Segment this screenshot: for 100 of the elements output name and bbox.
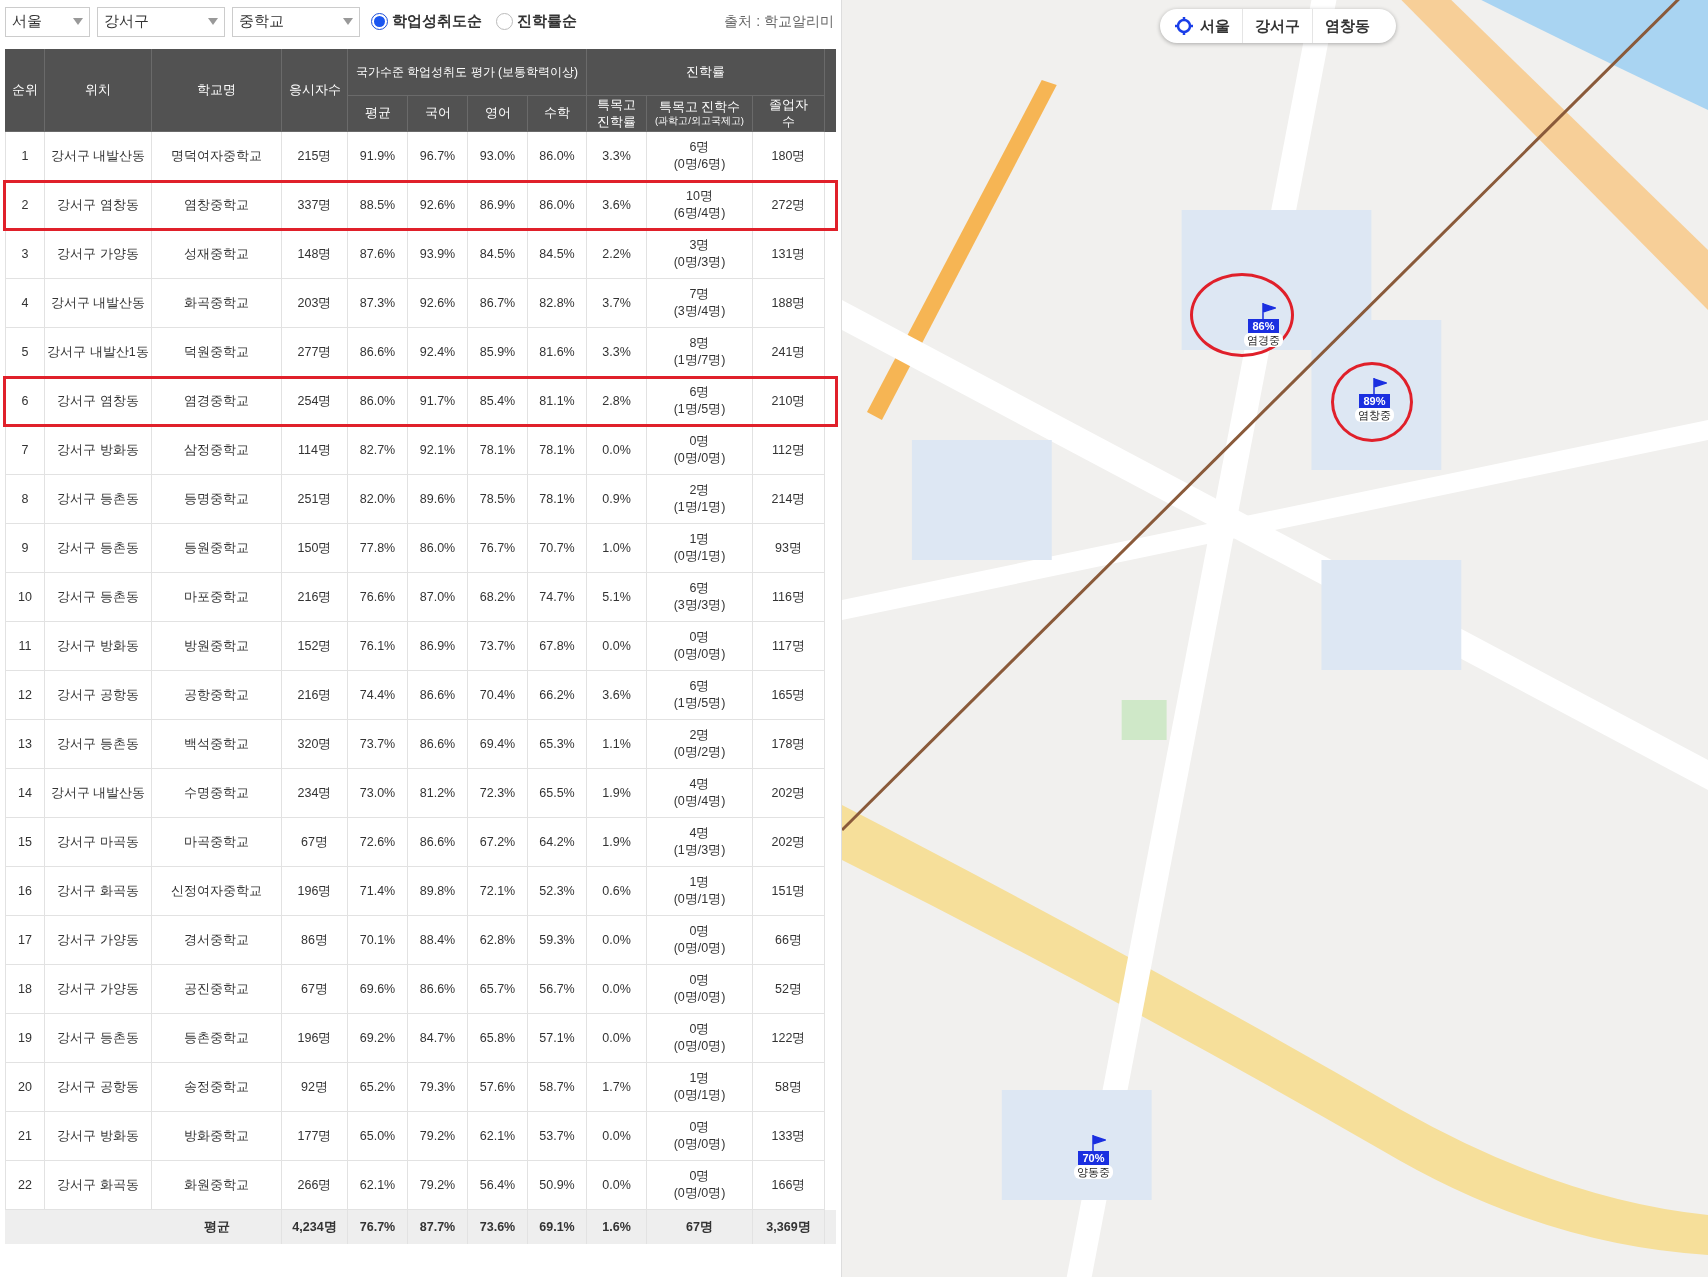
table-cell: 0.0% xyxy=(587,1112,647,1161)
column-header: 순위 xyxy=(11,81,38,99)
table-cell: 82.7% xyxy=(348,426,408,475)
table-cell: 강서구 염창동 xyxy=(45,181,152,230)
table-cell: 6명 (0명/6명) xyxy=(647,132,753,181)
table-cell: 등원중학교 xyxy=(152,524,282,573)
summary-cell: 67명 xyxy=(647,1210,753,1244)
school-label: 염경중 xyxy=(1244,333,1283,347)
table-cell: 337명 xyxy=(282,181,348,230)
table-cell: 0.6% xyxy=(587,867,647,916)
table-cell: 92.6% xyxy=(408,279,468,328)
column-header: 학교명 xyxy=(197,81,236,99)
table-cell: 4명 (0명/4명) xyxy=(647,769,753,818)
summary-cell: 4,234명 xyxy=(282,1210,348,1244)
table-cell: 송정중학교 xyxy=(152,1063,282,1112)
table-cell: 86.6% xyxy=(408,818,468,867)
column-header: 특목고 진학률 xyxy=(597,96,636,131)
table-cell: 320명 xyxy=(282,720,348,769)
table-cell: 87.0% xyxy=(408,573,468,622)
table-cell: 20 xyxy=(5,1063,45,1112)
breadcrumb-item[interactable]: 염창동 xyxy=(1312,9,1382,43)
table-cell: 강서구 등촌동 xyxy=(45,475,152,524)
table-cell: 122명 xyxy=(753,1014,825,1063)
breadcrumb-item[interactable]: 강서구 xyxy=(1242,9,1312,43)
dropdown[interactable]: 중학교 xyxy=(232,6,360,37)
table-cell: 78.1% xyxy=(468,426,528,475)
caret-icon xyxy=(343,18,353,25)
table-cell: 1명 (0명/1명) xyxy=(647,524,753,573)
table-cell: 5.1% xyxy=(587,573,647,622)
table-cell: 7명 (3명/4명) xyxy=(647,279,753,328)
summary-cell: 평균 xyxy=(152,1210,282,1244)
table-cell: 86명 xyxy=(282,916,348,965)
table-cell: 강서구 방화동 xyxy=(45,1112,152,1161)
table-cell: 3.6% xyxy=(587,181,647,230)
table-cell: 93명 xyxy=(753,524,825,573)
table-cell: 91.7% xyxy=(408,377,468,426)
summary-cell: 1.6% xyxy=(587,1210,647,1244)
table-cell: 5 xyxy=(5,328,45,377)
table-cell: 8 xyxy=(5,475,45,524)
table-cell: 1명 (0명/1명) xyxy=(647,867,753,916)
table-cell: 86.0% xyxy=(528,181,587,230)
table-cell: 85.4% xyxy=(468,377,528,426)
breadcrumb-item[interactable]: 서울 xyxy=(1200,9,1242,43)
dropdown[interactable]: 강서구 xyxy=(97,6,225,37)
sort-radio[interactable]: 학업성취도순 xyxy=(371,10,482,33)
table-cell: 66.2% xyxy=(528,671,587,720)
table-cell: 93.0% xyxy=(468,132,528,181)
score-badge: 89% xyxy=(1359,394,1390,408)
table-cell: 3.6% xyxy=(587,671,647,720)
table-cell: 강서구 공항동 xyxy=(45,1063,152,1112)
table-cell: 57.1% xyxy=(528,1014,587,1063)
table-cell: 3.7% xyxy=(587,279,647,328)
table-cell: 염창중학교 xyxy=(152,181,282,230)
flag-icon xyxy=(1373,378,1387,394)
dropdown[interactable]: 서울 xyxy=(5,6,90,37)
table-cell: 114명 xyxy=(282,426,348,475)
table-cell: 92명 xyxy=(282,1063,348,1112)
table-cell: 67명 xyxy=(282,818,348,867)
table-cell: 강서구 방화동 xyxy=(45,426,152,475)
table-cell: 강서구 내발산1동 xyxy=(45,328,152,377)
table-cell: 67명 xyxy=(282,965,348,1014)
table-cell: 73.7% xyxy=(468,622,528,671)
flag-icon xyxy=(1092,1135,1106,1151)
table-cell: 신정여자중학교 xyxy=(152,867,282,916)
table-cell: 81.1% xyxy=(528,377,587,426)
table-cell: 188명 xyxy=(753,279,825,328)
table-cell: 214명 xyxy=(753,475,825,524)
table-cell: 강서구 내발산동 xyxy=(45,769,152,818)
table-cell: 강서구 내발산동 xyxy=(45,279,152,328)
table-cell: 강서구 방화동 xyxy=(45,622,152,671)
table-cell: 131명 xyxy=(753,230,825,279)
table-cell: 백석중학교 xyxy=(152,720,282,769)
table-cell: 72.1% xyxy=(468,867,528,916)
table-cell: 64.2% xyxy=(528,818,587,867)
table-cell: 58.7% xyxy=(528,1063,587,1112)
table-cell: 84.5% xyxy=(528,230,587,279)
table-cell: 경서중학교 xyxy=(152,916,282,965)
table-cell: 196명 xyxy=(282,867,348,916)
table-cell: 72.6% xyxy=(348,818,408,867)
table-cell: 177명 xyxy=(282,1112,348,1161)
table-cell: 178명 xyxy=(753,720,825,769)
sort-radio[interactable]: 진학률순 xyxy=(496,10,577,33)
table-cell: 강서구 내발산동 xyxy=(45,132,152,181)
table-cell: 88.4% xyxy=(408,916,468,965)
table-cell: 78.5% xyxy=(468,475,528,524)
table-cell: 82.8% xyxy=(528,279,587,328)
table-cell: 86.0% xyxy=(348,377,408,426)
table-cell: 74.4% xyxy=(348,671,408,720)
table-cell: 203명 xyxy=(282,279,348,328)
table-cell: 66명 xyxy=(753,916,825,965)
table-cell: 196명 xyxy=(282,1014,348,1063)
table-cell: 88.5% xyxy=(348,181,408,230)
table-cell: 89.6% xyxy=(408,475,468,524)
table-cell: 151명 xyxy=(753,867,825,916)
table-cell: 112명 xyxy=(753,426,825,475)
table-cell: 삼정중학교 xyxy=(152,426,282,475)
table-cell: 65.3% xyxy=(528,720,587,769)
source-text: 출처 : 학교알리미 xyxy=(724,12,834,31)
table-cell: 70.7% xyxy=(528,524,587,573)
table-cell: 79.2% xyxy=(408,1112,468,1161)
